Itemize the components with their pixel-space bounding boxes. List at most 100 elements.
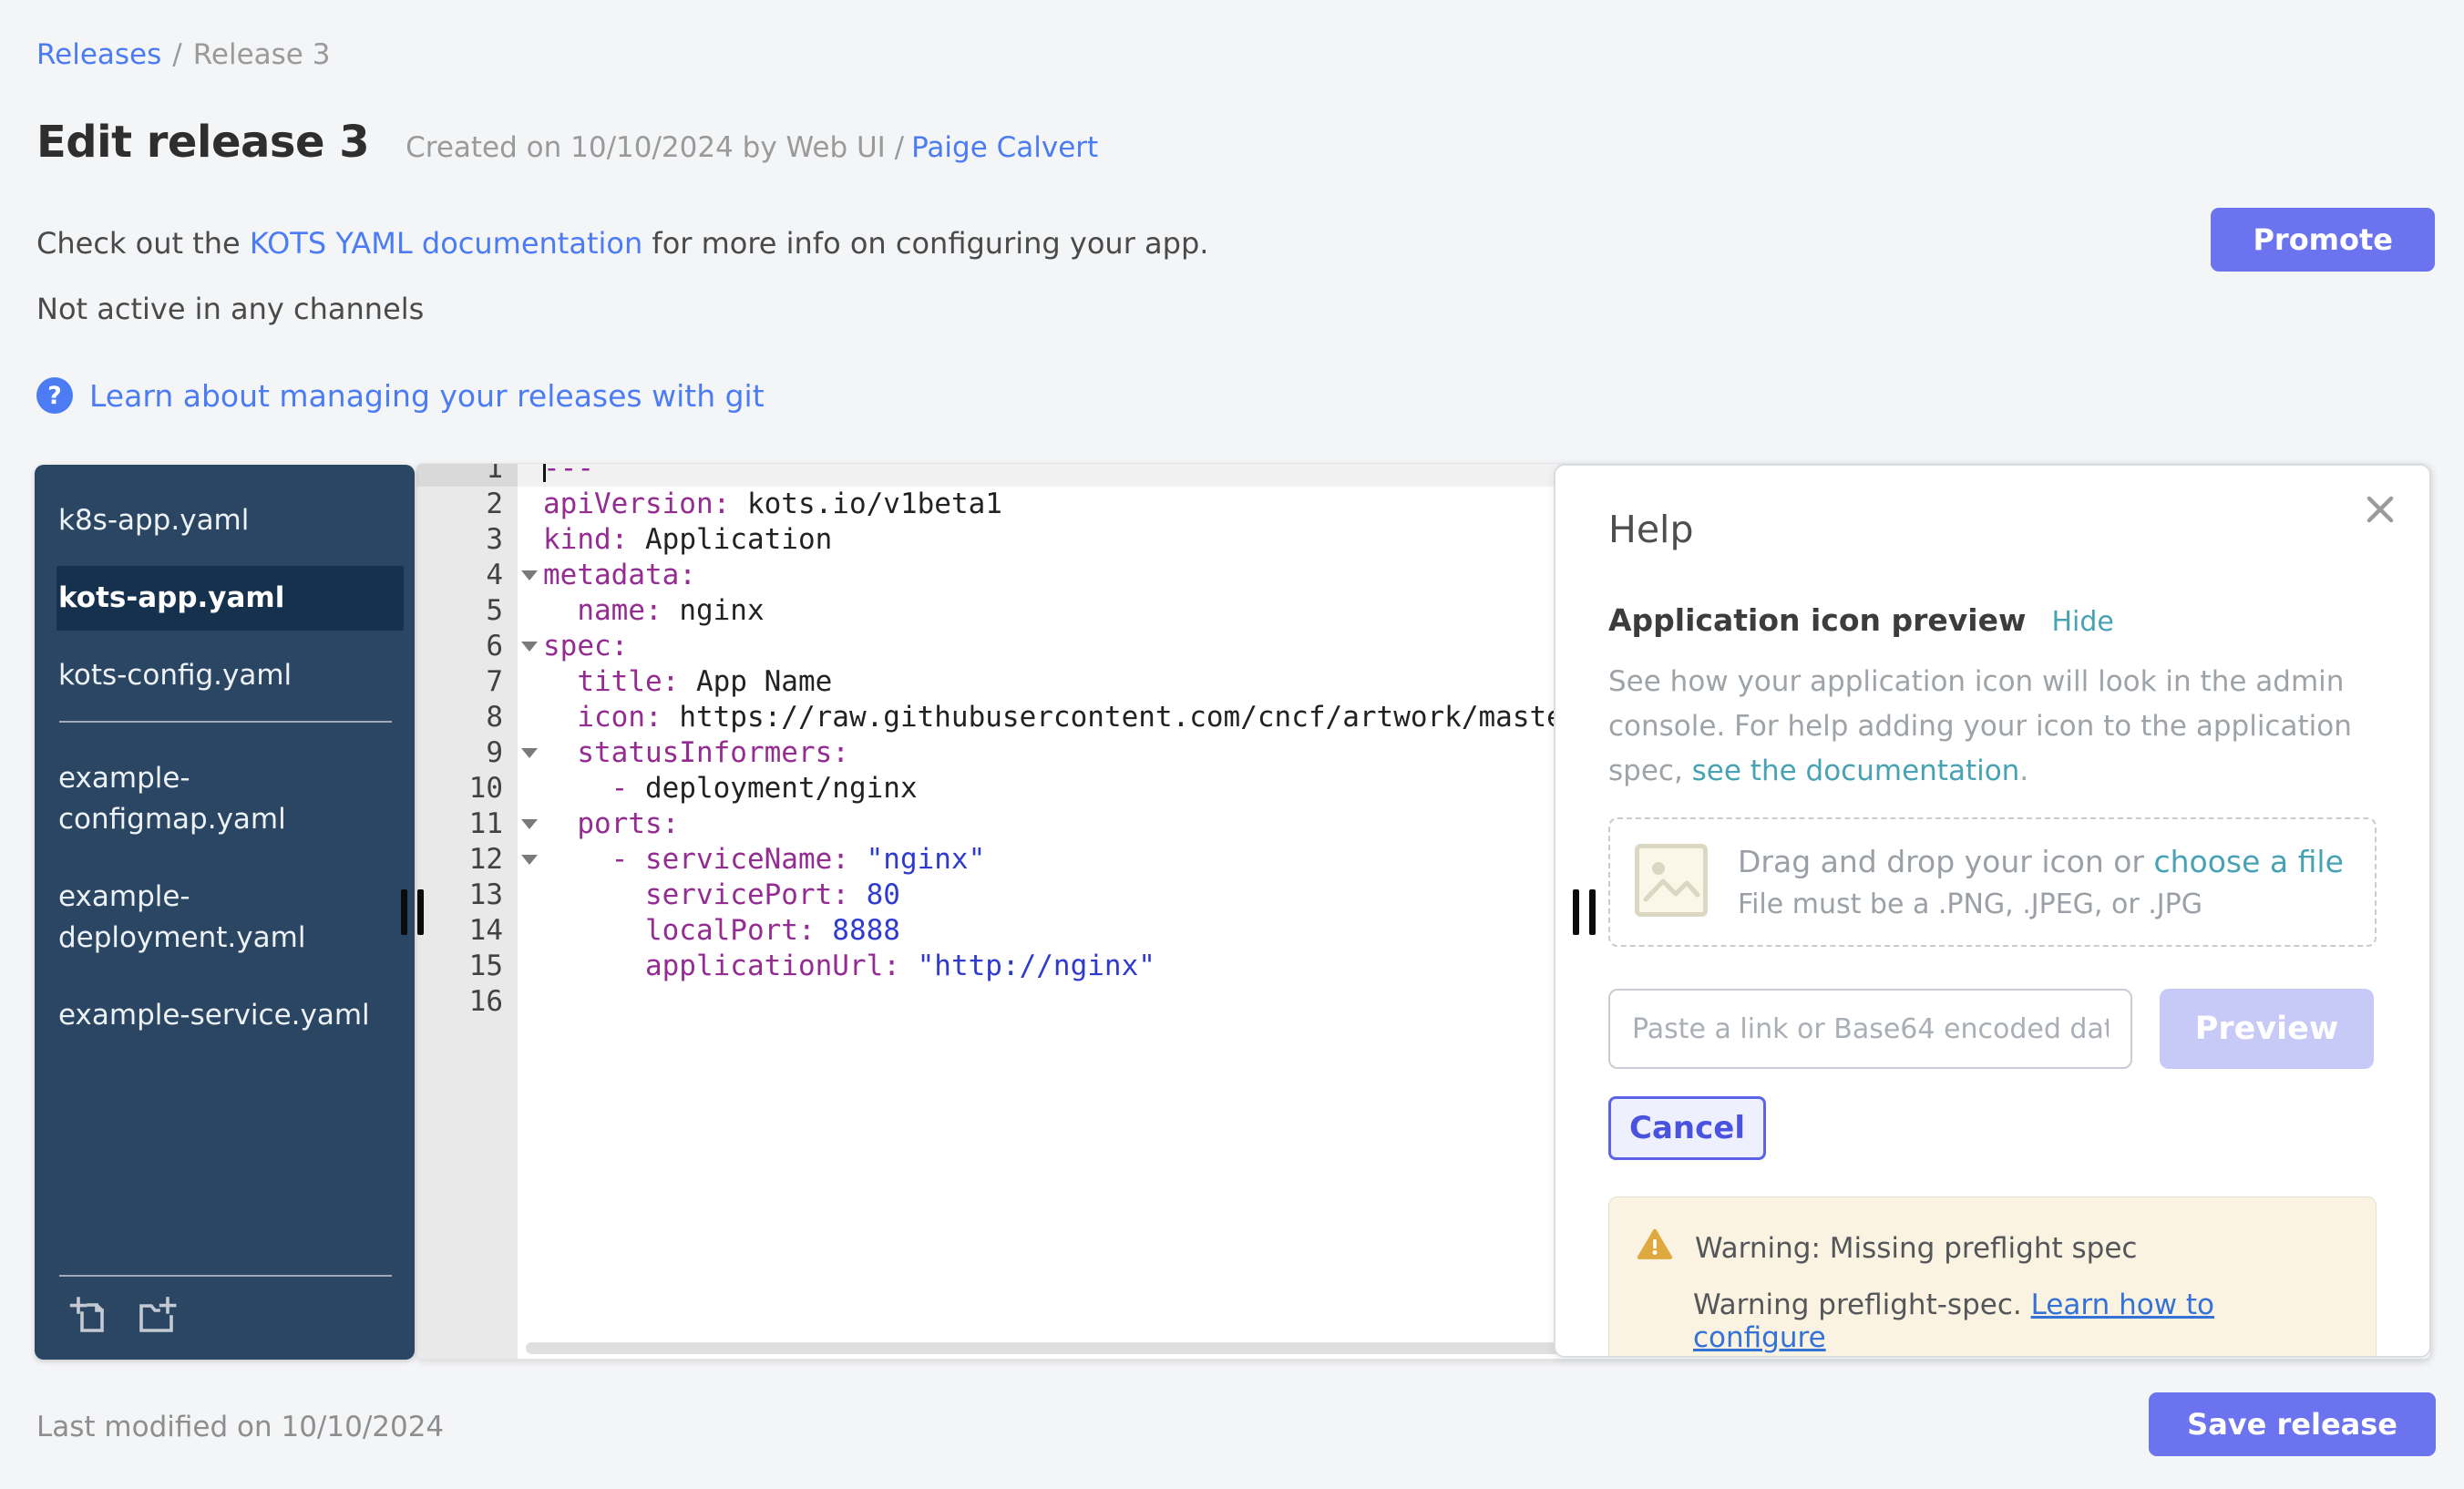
- docs-text-before: Check out the: [36, 226, 250, 261]
- file-name-line: k8s-app.yaml: [58, 500, 398, 541]
- icon-preview-section-header: Application icon preview Hide: [1608, 602, 2377, 638]
- close-help-button[interactable]: [2360, 489, 2400, 532]
- file-name-line: configmap.yaml: [58, 799, 398, 840]
- line-number: 10: [416, 771, 518, 806]
- breadcrumb: Releases/Release 3: [36, 38, 330, 71]
- file-item-kots-app.yaml[interactable]: kots-app.yaml: [56, 566, 404, 631]
- fold-arrow-icon[interactable]: [521, 748, 538, 758]
- warning-title: Warning: Missing preflight spec: [1695, 1232, 2137, 1265]
- line-number: 7: [416, 664, 518, 700]
- code-text: name: nginx: [518, 593, 765, 629]
- line-number: 13: [416, 878, 518, 913]
- file-name-line: kots-app.yaml: [58, 578, 398, 619]
- file-sidebar: k8s-app.yaml kots-app.yaml kots-config.yam…: [35, 465, 415, 1360]
- git-help-row: ? Learn about managing your releases wit…: [36, 377, 765, 414]
- file-name-line: kots-config.yaml: [58, 655, 398, 696]
- file-item-example-configmap.yaml[interactable]: example-configmap.yaml: [56, 746, 404, 852]
- add-file-button[interactable]: [67, 1293, 110, 1340]
- file-item-kots-config.yaml[interactable]: kots-config.yaml: [56, 643, 404, 708]
- file-name-line: deployment.yaml: [58, 918, 398, 959]
- file-item-example-service.yaml[interactable]: example-service.yaml: [56, 983, 404, 1048]
- kots-yaml-docs-link[interactable]: KOTS YAML documentation: [250, 226, 642, 261]
- dropzone-file-types: File must be a .PNG, .JPEG, or .JPG: [1738, 888, 2344, 920]
- code-text: statusInformers:: [518, 735, 849, 771]
- line-number: 6: [416, 629, 518, 664]
- last-modified-text: Last modified on 10/10/2024: [36, 1411, 444, 1443]
- line-number: 3: [416, 522, 518, 558]
- choose-a-file-link[interactable]: choose a file: [2153, 844, 2343, 879]
- fold-arrow-icon[interactable]: [521, 855, 538, 865]
- code-text: applicationUrl: "http://nginx": [518, 949, 1155, 984]
- line-number: 8: [416, 700, 518, 735]
- promote-button[interactable]: Promote: [2211, 208, 2435, 272]
- fold-arrow-icon[interactable]: [521, 642, 538, 652]
- icon-url-input[interactable]: [1608, 989, 2132, 1069]
- icon-preview-title: Application icon preview: [1608, 602, 2026, 638]
- code-text: servicePort: 80: [518, 878, 900, 913]
- breadcrumb-releases-link[interactable]: Releases: [36, 38, 161, 71]
- channel-status: Not active in any channels: [36, 292, 424, 326]
- help-panel-resize-handle[interactable]: [1573, 889, 1596, 935]
- code-text: apiVersion: kots.io/v1beta1: [518, 487, 1002, 522]
- page-title: Edit release 3: [36, 117, 369, 168]
- code-text: kind: Application: [518, 522, 832, 558]
- sidebar-spacer: [35, 1061, 415, 1275]
- line-number: 5: [416, 593, 518, 629]
- code-text: metadata:: [518, 558, 696, 593]
- file-name-line: example-: [58, 758, 398, 799]
- line-number: 1: [416, 463, 518, 487]
- hide-link[interactable]: Hide: [2051, 606, 2113, 638]
- created-info: Created on 10/10/2024 by Web UI /Paige C…: [406, 131, 1098, 164]
- preview-button[interactable]: Preview: [2160, 989, 2374, 1069]
- main-area: k8s-app.yaml kots-app.yaml kots-config.yam…: [0, 463, 2464, 1360]
- code-text: [518, 984, 543, 1020]
- fold-arrow-icon[interactable]: [521, 570, 538, 580]
- icon-preview-description: See how your application icon will look …: [1608, 660, 2383, 794]
- file-item-example-deployment.yaml[interactable]: example-deployment.yaml: [56, 865, 404, 970]
- sidebar-resize-handle[interactable]: [401, 889, 424, 935]
- line-number: 9: [416, 735, 518, 771]
- code-text: - deployment/nginx: [518, 771, 918, 806]
- icon-dropzone[interactable]: Drag and drop your icon or choose a file…: [1608, 817, 2377, 947]
- dropzone-text-before: Drag and drop your icon or: [1738, 844, 2153, 879]
- cancel-button[interactable]: Cancel: [1608, 1096, 1766, 1160]
- sidebar-actions: [59, 1275, 392, 1360]
- created-text: Created on 10/10/2024 by Web UI /: [406, 131, 904, 164]
- question-mark-icon: ?: [36, 377, 73, 414]
- code-text: localPort: 8888: [518, 913, 900, 949]
- see-documentation-link[interactable]: see the documentation: [1692, 755, 2020, 787]
- code-text: ---: [518, 463, 594, 487]
- docs-line: Check out the KOTS YAML documentation fo…: [36, 226, 1208, 261]
- help-title: Help: [1608, 508, 2377, 551]
- file-item-k8s-app.yaml[interactable]: k8s-app.yaml: [56, 488, 404, 553]
- line-number: 14: [416, 913, 518, 949]
- line-number: 4: [416, 558, 518, 593]
- warning-triangle-icon: [1637, 1227, 1673, 1270]
- description-period: .: [2019, 755, 2028, 787]
- help-panel: Help Application icon preview Hide See h…: [1554, 464, 2431, 1358]
- fold-arrow-icon[interactable]: [521, 819, 538, 829]
- line-number: 11: [416, 806, 518, 842]
- icon-url-row: Preview: [1608, 989, 2377, 1069]
- created-author-link[interactable]: Paige Calvert: [911, 131, 1098, 164]
- add-folder-button[interactable]: [136, 1293, 180, 1340]
- code-text: title: App Name: [518, 664, 832, 700]
- code-text: - serviceName: "nginx": [518, 842, 985, 878]
- code-text: ports:: [518, 806, 679, 842]
- close-icon: [2360, 519, 2400, 532]
- line-number: 12: [416, 842, 518, 878]
- docs-text-after: for more info on configuring your app.: [642, 226, 1208, 261]
- edit-release-page: Releases/Release 3 Edit release 3 Create…: [0, 0, 2464, 1489]
- file-name-line: example-: [58, 877, 398, 918]
- code-text: icon: https://raw.githubusercontent.com/…: [518, 700, 1581, 735]
- sidebar-divider: [59, 721, 392, 723]
- breadcrumb-separator: /: [172, 38, 181, 71]
- line-number: 2: [416, 487, 518, 522]
- save-release-button[interactable]: Save release: [2149, 1392, 2436, 1456]
- image-placeholder-icon: [1634, 843, 1709, 921]
- line-number: 15: [416, 949, 518, 984]
- add-folder-icon: [136, 1326, 180, 1340]
- git-releases-link[interactable]: Learn about managing your releases with …: [89, 378, 765, 414]
- title-row: Edit release 3 Created on 10/10/2024 by …: [36, 117, 1098, 168]
- file-name-line: example-service.yaml: [58, 995, 398, 1036]
